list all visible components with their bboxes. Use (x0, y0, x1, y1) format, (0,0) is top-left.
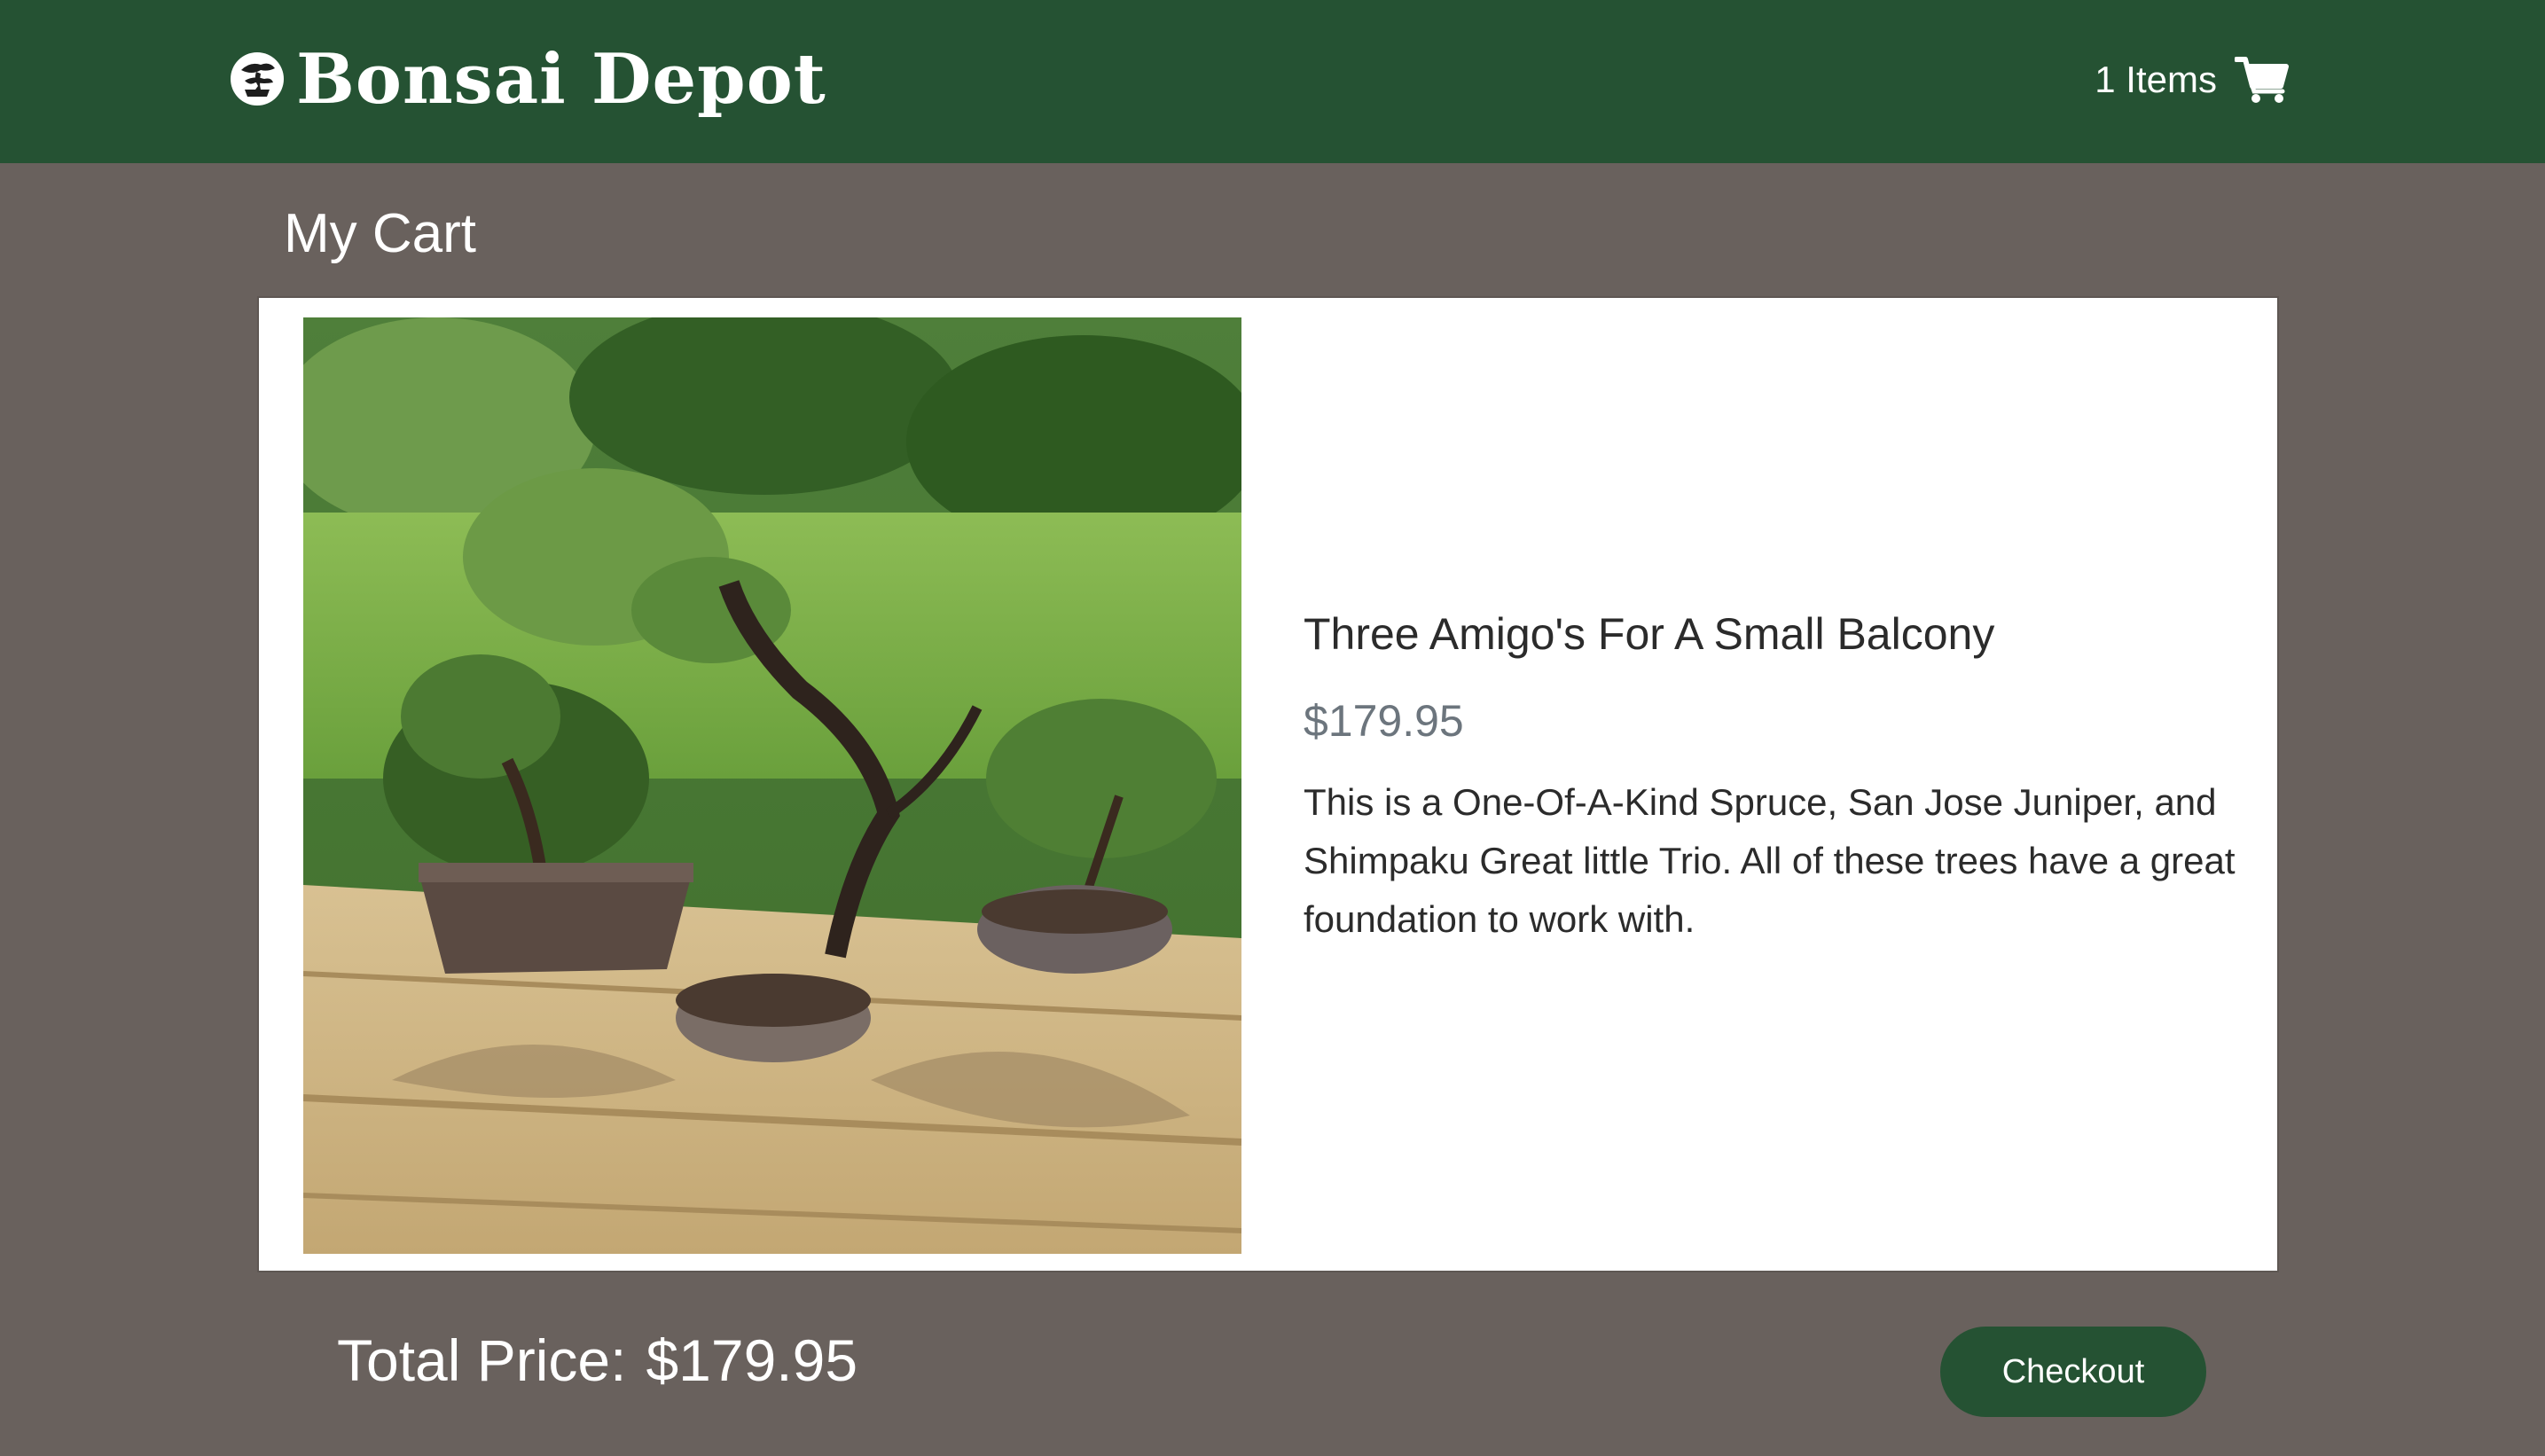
product-price: $179.95 (1304, 696, 1464, 746)
brand-link[interactable]: Bonsai Depot (229, 30, 826, 128)
product-image (303, 317, 1241, 1254)
brand-name: Bonsai Depot (296, 38, 826, 120)
page-title: My Cart (284, 203, 476, 264)
cart-count: 1 Items (2095, 59, 2217, 100)
cart-item-card: Three Amigo's For A Small Balcony $179.9… (257, 296, 2279, 1272)
product-description: This is a One-Of-A-Kind Spruce, San Jose… (1304, 781, 2236, 940)
product-details: Three Amigo's For A Small Balcony $179.9… (1304, 608, 2244, 949)
shopping-cart-icon (2235, 57, 2289, 103)
checkout-button[interactable]: Checkout (1940, 1327, 2206, 1417)
total-price-value: $179.95 (646, 1327, 858, 1393)
bonsai-logo-icon (231, 52, 284, 106)
bonsai-trio-photo (303, 317, 1241, 1254)
product-name: Three Amigo's For A Small Balcony (1304, 609, 1995, 659)
total-price: Total Price: $179.95 (337, 1327, 857, 1394)
total-price-label: Total Price: (337, 1327, 627, 1393)
top-navbar: Bonsai Depot 1 Items (0, 0, 2545, 163)
cart-link[interactable]: 1 Items (2095, 46, 2290, 114)
